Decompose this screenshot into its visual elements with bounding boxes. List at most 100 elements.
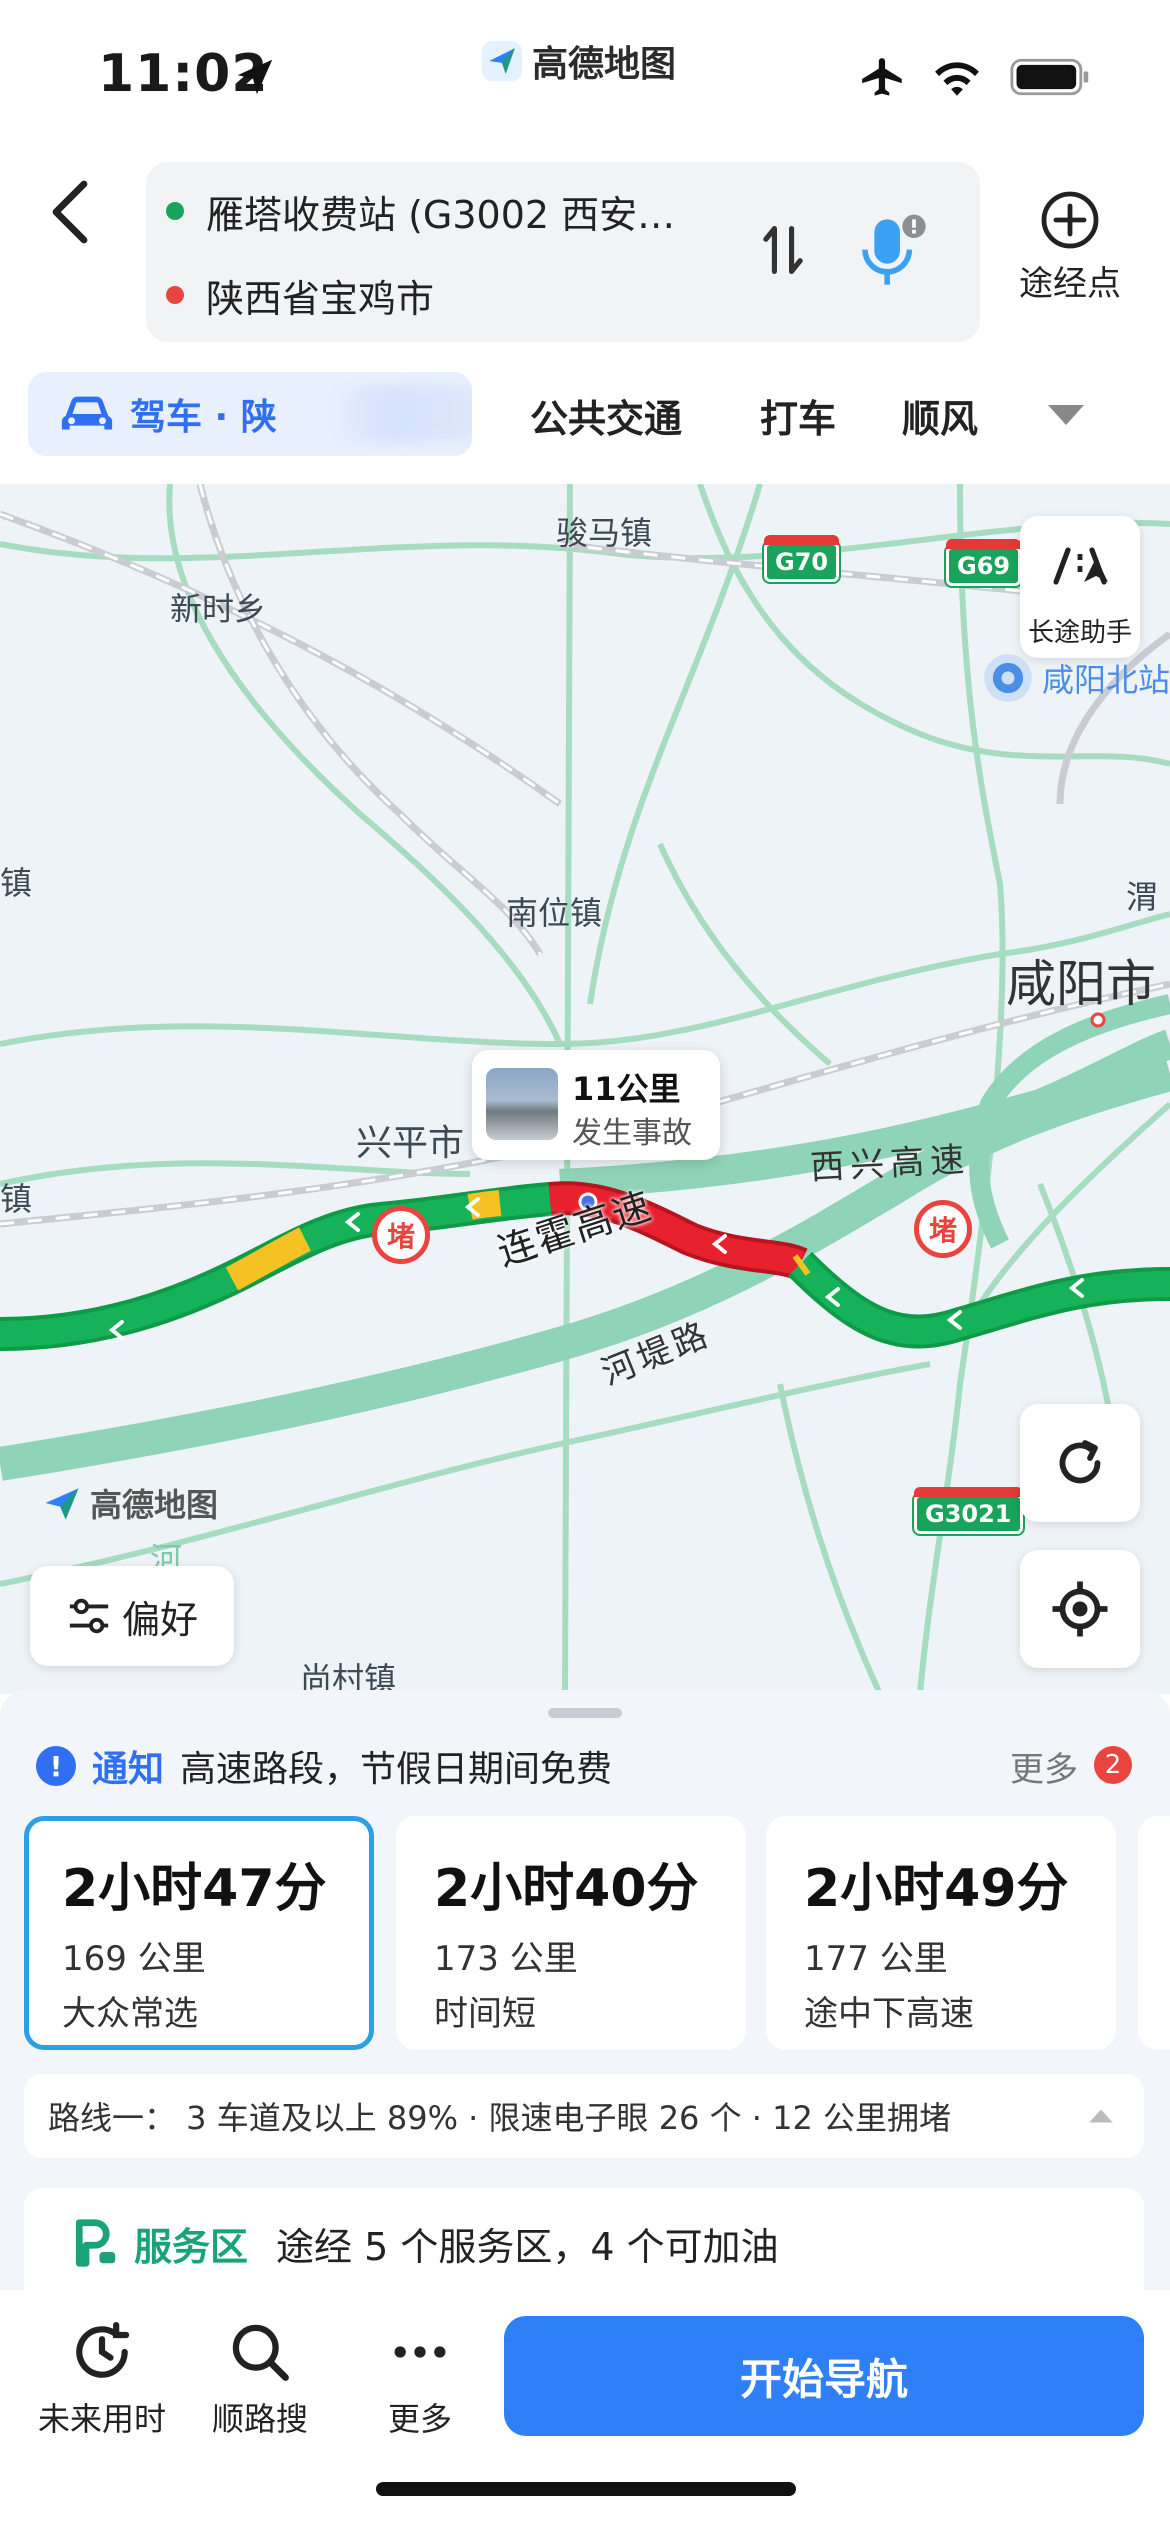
origin-dot bbox=[166, 202, 184, 220]
map-label-junma: 骏马镇 bbox=[556, 514, 653, 552]
route-option-1[interactable]: 2小时47分 169 公里 大众常选 bbox=[24, 1816, 374, 2050]
car-icon bbox=[61, 396, 113, 430]
destination-text: 陕西省宝鸡市 bbox=[206, 276, 435, 321]
train-station-icon bbox=[984, 654, 1032, 702]
route-distance: 169 公里 bbox=[62, 1939, 206, 1979]
long-trip-assistant-button[interactable]: 长途助手 bbox=[1020, 516, 1140, 658]
sheet-drag-handle[interactable] bbox=[548, 1708, 622, 1718]
app-name: 高德地图 bbox=[532, 44, 677, 85]
notice-text: 高速路段，节假日期间免费 bbox=[180, 1749, 613, 1790]
swap-route-icon[interactable] bbox=[756, 220, 810, 280]
more-dots-icon bbox=[394, 2346, 446, 2358]
incident-description: 发生事故 bbox=[572, 1116, 692, 1151]
destination-field[interactable]: 陕西省宝鸡市 bbox=[166, 260, 434, 330]
map-label-nanwei: 南位镇 bbox=[506, 894, 603, 932]
map-label-shangcun: 尚村镇 bbox=[300, 1660, 397, 1694]
tab-drive[interactable]: 驾车 · 陕 bbox=[28, 372, 472, 456]
incident-distance: 11公里 bbox=[572, 1070, 681, 1108]
service-area-text: 途经 5 个服务区，4 个可加油 bbox=[276, 2224, 779, 2269]
airplane-mode-icon bbox=[862, 58, 902, 96]
xianyang-north-station: 咸阳北站 bbox=[982, 652, 1170, 704]
add-circle-icon bbox=[1041, 191, 1099, 249]
amap-watermark-icon bbox=[45, 1488, 79, 1520]
preference-label: 偏好 bbox=[121, 1597, 198, 1642]
map-label-zhen-left-1: 镇 bbox=[0, 864, 33, 902]
wifi-icon bbox=[935, 62, 979, 96]
battery-icon bbox=[1010, 58, 1089, 96]
destination-dot bbox=[166, 286, 184, 304]
locate-me-button[interactable] bbox=[1020, 1550, 1140, 1668]
road-assistant-icon bbox=[1053, 547, 1108, 585]
route-summary-text: 路线一： 3 车道及以上 89% · 限速电子眼 26 个 · 12 公里拥堵 bbox=[48, 2099, 951, 2137]
expand-up-icon bbox=[1089, 2109, 1113, 2123]
origin-field[interactable]: 雁塔收费站 (G3002 西安… bbox=[166, 176, 675, 246]
route-option-2[interactable]: 2小时40分 173 公里 时间短 bbox=[396, 1816, 746, 2050]
map-label-xingping: 兴平市 bbox=[356, 1123, 465, 1164]
highway-shield-g3021: G3021 bbox=[912, 1487, 1025, 1536]
route-tag: 途中下高速 bbox=[804, 1994, 974, 2034]
map-label-zhen-left-2: 镇 bbox=[0, 1180, 33, 1218]
route-duration: 2小时49分 bbox=[804, 1859, 1069, 1919]
back-button[interactable] bbox=[40, 176, 100, 248]
home-indicator[interactable] bbox=[376, 2482, 796, 2496]
road-name-xixing: 西兴高速 bbox=[809, 1139, 972, 1189]
map-label-wei: 渭 bbox=[1126, 878, 1159, 916]
route-distance: 173 公里 bbox=[434, 1939, 578, 1979]
blurred-overlay bbox=[328, 386, 472, 442]
future-time-label: 未来用时 bbox=[37, 2400, 166, 2438]
voice-input-icon[interactable] bbox=[858, 210, 928, 294]
route-input-box[interactable]: 雁塔收费站 (G3002 西安… 陕西省宝鸡市 bbox=[146, 162, 980, 342]
highway-shield-g69: G69 bbox=[943, 539, 1024, 588]
congestion-marker-1[interactable]: 堵 bbox=[372, 1206, 430, 1264]
refresh-button[interactable] bbox=[1020, 1404, 1140, 1522]
tab-drive-label: 驾车 · 陕 bbox=[130, 397, 277, 438]
search-along-button[interactable]: 顺路搜 bbox=[180, 2318, 340, 2440]
future-time-button[interactable]: 未来用时 bbox=[22, 2318, 182, 2440]
more-button[interactable]: 更多 bbox=[340, 2318, 500, 2440]
route-distance: 177 公里 bbox=[804, 1939, 948, 1979]
crosshair-locate-icon bbox=[1052, 1581, 1108, 1637]
tab-taxi[interactable]: 打车 bbox=[760, 388, 836, 443]
parking-service-icon bbox=[75, 2219, 116, 2267]
map-label-xinshi: 新时乡 bbox=[170, 590, 267, 628]
more-modes-chevron-icon[interactable] bbox=[1046, 402, 1086, 428]
station-label: 咸阳北站 bbox=[1042, 661, 1170, 699]
location-arrow-icon bbox=[237, 59, 273, 95]
route-tag: 大众常选 bbox=[62, 1994, 198, 2034]
tab-transit[interactable]: 公共交通 bbox=[530, 388, 682, 443]
refresh-icon bbox=[1059, 1440, 1101, 1484]
watermark-text: 高德地图 bbox=[90, 1486, 219, 1524]
start-navigation-button[interactable]: 开始导航 bbox=[504, 2316, 1144, 2436]
map-label-xianyang: 咸阳市 bbox=[1006, 955, 1156, 1013]
clock-future-icon bbox=[76, 2321, 130, 2378]
via-label: 途经点 bbox=[1019, 264, 1121, 304]
congestion-marker-2[interactable]: 堵 bbox=[914, 1200, 972, 1258]
search-along-label: 顺路搜 bbox=[211, 2400, 308, 2438]
route-slow-1 bbox=[225, 1227, 311, 1291]
route-option-3[interactable]: 2小时49分 177 公里 途中下高速 bbox=[766, 1816, 1116, 2050]
notice-count-badge: 2 bbox=[1094, 1746, 1132, 1784]
status-bar: 11:02 高德地图 bbox=[0, 0, 1170, 150]
preference-button[interactable]: 偏好 bbox=[30, 1566, 234, 1666]
tab-carpool[interactable]: 顺风 bbox=[902, 388, 1014, 443]
notice-label: 通知 bbox=[92, 1749, 165, 1790]
notice-bar[interactable]: ! 通知 高速路段，节假日期间免费 bbox=[36, 1734, 1136, 1798]
amap-logo-icon bbox=[481, 40, 523, 82]
more-label: 更多 bbox=[387, 2400, 452, 2438]
add-via-button[interactable]: 途经点 bbox=[1000, 190, 1140, 305]
sliders-icon bbox=[69, 1598, 109, 1634]
highway-shield-g70: G70 bbox=[761, 535, 842, 584]
app-badge: 高德地图 bbox=[480, 34, 676, 88]
incident-photo bbox=[486, 1068, 558, 1140]
map-watermark: 高德地图 bbox=[40, 1480, 218, 1526]
route-tag: 时间短 bbox=[434, 1994, 536, 2034]
origin-text: 雁塔收费站 (G3002 西安… bbox=[206, 192, 676, 237]
route-duration: 2小时47分 bbox=[62, 1859, 327, 1919]
service-area-label: 服务区 bbox=[134, 2224, 249, 2269]
route-summary-bar[interactable]: 路线一： 3 车道及以上 89% · 限速电子眼 26 个 · 12 公里拥堵 bbox=[24, 2074, 1144, 2158]
notice-more-link[interactable]: 更多 bbox=[1010, 1742, 1078, 1791]
service-area-card[interactable]: 服务区 途经 5 个服务区，4 个可加油 bbox=[24, 2188, 1144, 2298]
incident-popup[interactable]: 11公里 发生事故 bbox=[472, 1050, 720, 1160]
search-icon bbox=[232, 2324, 289, 2381]
route-option-peek[interactable] bbox=[1138, 1816, 1170, 2050]
